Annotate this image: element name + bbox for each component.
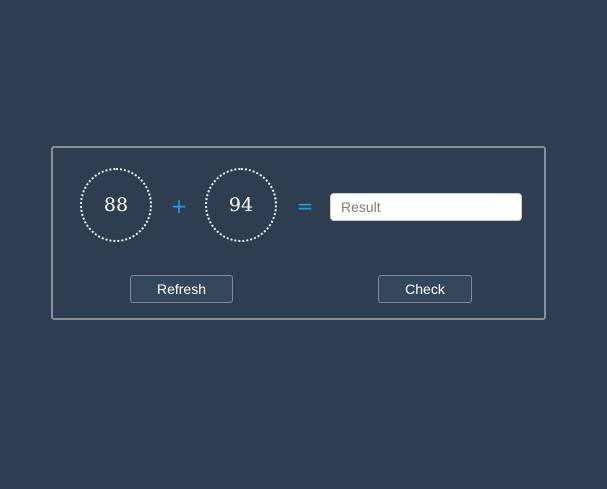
- plus-operator: +: [170, 194, 188, 218]
- result-input[interactable]: [330, 193, 522, 221]
- captcha-panel: 88 + 94 = Refresh Check: [51, 146, 546, 320]
- operand-b-circle: 94: [205, 168, 277, 242]
- operand-a-value: 88: [103, 194, 129, 216]
- check-button[interactable]: Check: [378, 275, 472, 303]
- operand-a-circle: 88: [80, 168, 152, 242]
- equals-sign: =: [296, 194, 314, 218]
- refresh-button[interactable]: Refresh: [130, 275, 233, 303]
- operand-b-value: 94: [228, 194, 254, 216]
